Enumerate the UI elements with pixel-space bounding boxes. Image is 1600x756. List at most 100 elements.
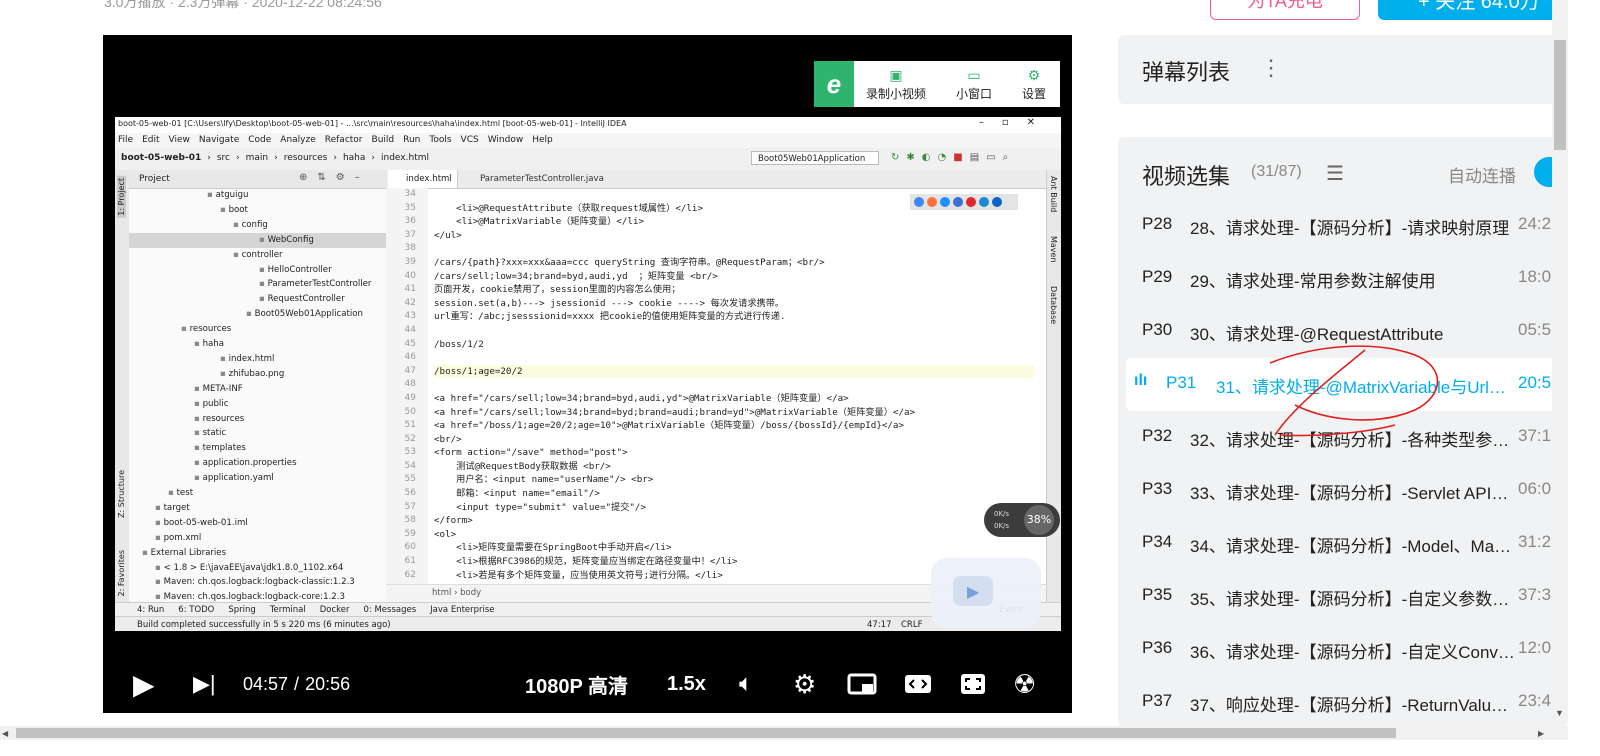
- video-player[interactable]: boot-05-web-01 [C:\Users\lfy\Desktop\boo…: [103, 35, 1072, 713]
- playlist-item-duration: 31:2: [1518, 532, 1552, 551]
- line-number: 58: [404, 515, 416, 526]
- fullscreen-icon[interactable]: ☢: [1013, 655, 1036, 713]
- horizontal-scroll-thumb[interactable]: [16, 728, 1396, 738]
- tree-item: ▪ index.html: [129, 352, 386, 367]
- menu-item: Navigate: [198, 135, 240, 145]
- tree-item-label: controller: [241, 249, 283, 260]
- build-status: Build completed successfully in 5 s 220 …: [137, 620, 391, 630]
- ide-right-toolstrip: Ant Build Maven Database: [1046, 170, 1061, 602]
- charge-button[interactable]: 为TA充电: [1210, 0, 1360, 20]
- code-line: url重写：/abc;jsesssionid=xxxx 把cookie的值使用矩…: [434, 311, 786, 323]
- playlist-item-part: P33: [1142, 479, 1173, 498]
- line-number: 46: [404, 352, 416, 363]
- record-clip-button[interactable]: ▣ 录制小视频: [866, 67, 926, 102]
- more-vertical-icon[interactable]: ⋮: [1260, 55, 1282, 81]
- speed-button[interactable]: 1.5x: [667, 655, 706, 713]
- line-number: 35: [404, 202, 416, 213]
- net-speed-badge: 38%: [1024, 505, 1054, 535]
- coverage-icon: ◐: [921, 152, 931, 163]
- playlist-item[interactable]: P37 37、响应处理-【源码分析】-ReturnValueHandler原理23…: [1118, 676, 1568, 727]
- player-settings-icon[interactable]: ⚙: [793, 655, 816, 713]
- playlist-item-title: 28、请求处理-【源码分析】-请求映射原理: [1190, 219, 1510, 238]
- danmu-panel[interactable]: 弹幕列表 ⋮: [1118, 35, 1568, 104]
- tv-icon: ▭: [967, 67, 981, 83]
- line-number: 62: [404, 569, 416, 580]
- playlist-item-duration: 20:5: [1518, 373, 1552, 392]
- code-line: 邮箱：<input name="email"/>: [434, 488, 600, 500]
- playlist-item[interactable]: P34 34、请求处理-【源码分析】-Model、Map原理 31:2: [1118, 517, 1568, 570]
- folder-icon: ▪: [194, 443, 203, 454]
- menu-item: File: [118, 135, 134, 145]
- playlist-item-duration: 18:0: [1518, 267, 1552, 286]
- mini-window-button[interactable]: ▭ 小窗口: [944, 67, 1004, 102]
- playlist-item[interactable]: P28 28、请求处理-【源码分析】-请求映射原理 24:2: [1118, 199, 1568, 252]
- code-line: <li>@RequestAttribute（获取request域属性）</li>: [434, 202, 703, 214]
- playlist-item-title: 33、请求处理-【源码分析】-Servlet API参数解析原理: [1190, 484, 1516, 503]
- folder-icon: ▪: [259, 279, 268, 290]
- toolbar-icons: ↻ ✱ ◐ ◔ ■ ▤ ▭ ⌕: [891, 152, 1008, 163]
- code-editor: index.html ParameterTestController.java …: [386, 170, 1046, 603]
- scroll-right-arrow-icon[interactable]: ▶: [1538, 729, 1544, 738]
- pen-annotation: [1269, 345, 1439, 437]
- overlay-settings-button[interactable]: ⚙ 设置: [1004, 67, 1064, 102]
- bottom-tool-tab: Docker: [319, 605, 350, 615]
- volume-icon[interactable]: 🔈︎: [739, 655, 753, 713]
- playlist-item[interactable]: P33 33、请求处理-【源码分析】-Servlet API参数解析原理06:0: [1118, 464, 1568, 517]
- code-line: <input type="submit" value="提交"/>: [434, 501, 646, 513]
- breadcrumb-item: main: [245, 153, 269, 163]
- ide-navbar: boot-05-web-01 › src › main › resources › haha › i…: [115, 148, 1061, 171]
- tree-item-label: External Libraries: [150, 547, 227, 558]
- tree-item-label: < 1.8 > E:\javaEE\java\jdk1.8.0_1102.x64: [163, 562, 344, 573]
- playlist-item-title: 36、请求处理-【源码分析】-自定义Converter原理: [1190, 643, 1516, 662]
- folder-icon: ▪: [155, 517, 164, 528]
- breadcrumb-item: src: [216, 153, 230, 163]
- tab-index-html: index.html: [388, 170, 458, 188]
- menu-item: Analyze: [280, 135, 316, 145]
- playlist-item-part: P29: [1142, 267, 1173, 286]
- horizontal-scrollbar[interactable]: ◀ ▶: [0, 726, 1568, 740]
- code-line: /boss/1;age=20/2: [434, 364, 1034, 379]
- folder-icon: ▪: [233, 249, 242, 260]
- list-view-icon[interactable]: ☰: [1326, 161, 1344, 186]
- playlist-item-duration: 05:5: [1518, 320, 1552, 339]
- folder-icon: ▪: [155, 577, 164, 588]
- playlist-item[interactable]: P36 36、请求处理-【源码分析】-自定义Converter原理12:0: [1118, 623, 1568, 676]
- tree-item-label: index.html: [228, 353, 275, 364]
- breadcrumb-separator-icon: ›: [371, 153, 375, 163]
- scroll-left-arrow-icon[interactable]: ◀: [2, 729, 8, 738]
- video-meta: 3.0万播放 · 2.3万弹幕 · 2020-12-22 08:24:56: [104, 0, 382, 10]
- code-line: session.set(a,b)---> jsessionid ---> coo…: [434, 297, 785, 309]
- tree-item-label: boot: [228, 204, 248, 215]
- project-tree: ▪ atguigu ▪ boot ▪ config ▪ WebConfig ▪ cont…: [129, 188, 386, 602]
- folder-icon: ▪: [181, 324, 190, 335]
- line-number: 34: [404, 189, 416, 199]
- next-button[interactable]: ▶|: [193, 655, 216, 713]
- playlist-item[interactable]: P35 35、请求处理-【源码分析】-自定义参数绑定原理37:3: [1118, 570, 1568, 623]
- follow-button[interactable]: + 关注 64.0万: [1378, 0, 1568, 20]
- widescreen-icon[interactable]: [903, 655, 933, 713]
- play-button[interactable]: ▶: [133, 655, 155, 713]
- line-number: 53: [404, 447, 416, 458]
- code-area: <li>@RequestAttribute（获取request域属性）</li>…: [434, 188, 1034, 584]
- playlist-item[interactable]: P29 29、请求处理-常用参数注解使用 18:0: [1118, 252, 1568, 305]
- fullscreen-web-icon[interactable]: [959, 655, 987, 713]
- folder-icon: ▪: [155, 502, 164, 513]
- vertical-scrollbar[interactable]: ▼: [1552, 0, 1568, 720]
- menu-item: Run: [403, 135, 421, 145]
- playlist-item-duration: 06:0: [1518, 479, 1552, 498]
- quality-button[interactable]: 1080P 高清: [525, 655, 628, 713]
- code-line: 用户名：<input name="userName"/> <br>: [434, 474, 654, 486]
- scroll-down-arrow-icon[interactable]: ▼: [1555, 708, 1564, 718]
- vertical-scroll-thumb[interactable]: [1554, 40, 1566, 150]
- menu-item: Code: [248, 135, 272, 145]
- line-number: 57: [404, 501, 416, 512]
- menu-item: View: [168, 135, 190, 145]
- menu-item: VCS: [460, 135, 479, 145]
- stop-icon: ■: [953, 152, 963, 163]
- pip-icon[interactable]: [847, 655, 877, 713]
- breadcrumb-separator-icon: ›: [207, 153, 211, 163]
- tree-item-label: resources: [189, 324, 232, 335]
- tree-item: ▪ Maven: ch.qos.logback:logback-classic:…: [129, 575, 386, 590]
